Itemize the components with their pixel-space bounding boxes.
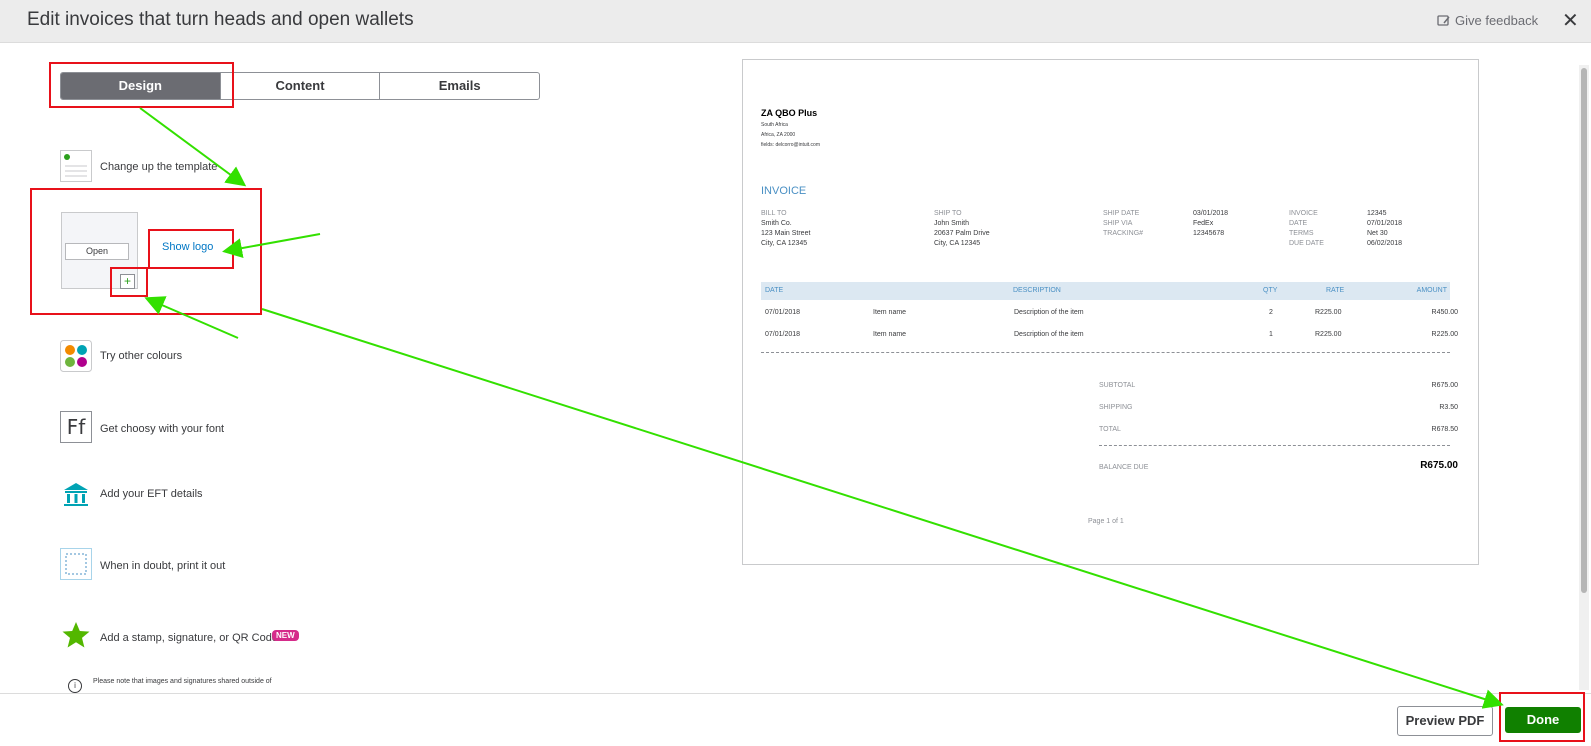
annotation-arrows (139, 107, 1504, 709)
annotation-arrow (261, 308, 1504, 709)
annotation-arrow (139, 107, 247, 187)
annotation-arrow (144, 296, 239, 339)
annotation-arrow (222, 233, 321, 258)
